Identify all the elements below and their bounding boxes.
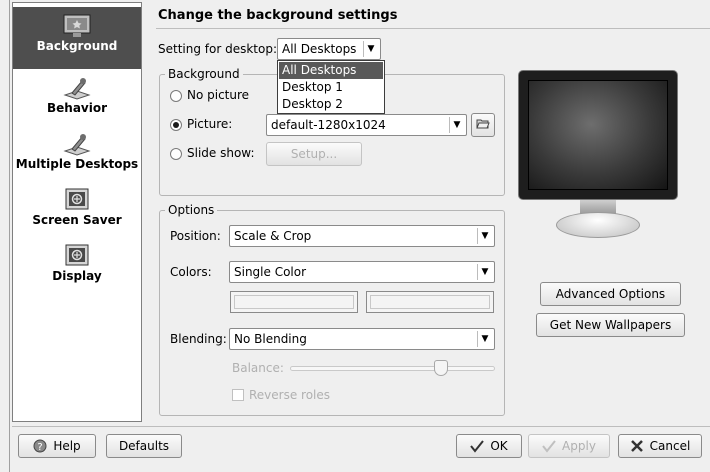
sidebar-item-label: Behavior — [46, 101, 108, 115]
primary-color-button[interactable] — [230, 291, 358, 313]
secondary-color-button[interactable] — [366, 291, 494, 313]
ok-label: OK — [490, 439, 508, 453]
slide-show-label[interactable]: Slide show: — [187, 146, 255, 160]
sidebar-item-label: Background — [36, 39, 118, 53]
reverse-roles-checkbox[interactable] — [232, 389, 244, 401]
slide-show-radio[interactable] — [170, 148, 182, 160]
title-divider — [156, 28, 710, 29]
balance-label: Balance: — [232, 361, 284, 375]
chevron-down-icon: ▼ — [477, 264, 492, 280]
sidebar-item-screen-saver[interactable]: Screen Saver — [13, 187, 141, 239]
browse-picture-button[interactable] — [471, 113, 495, 137]
svg-text:?: ? — [38, 442, 43, 453]
desktop-select[interactable]: All Desktops ▼ — [277, 38, 381, 60]
multiple-desktops-icon — [62, 131, 92, 157]
sidebar-item-display[interactable]: Display — [13, 243, 141, 295]
help-button[interactable]: ? Help — [18, 434, 96, 458]
help-icon: ? — [33, 438, 47, 453]
position-select-value: Scale & Crop — [234, 229, 312, 243]
apply-button[interactable]: Apply — [528, 434, 610, 458]
picture-label[interactable]: Picture: — [187, 117, 232, 131]
cancel-label: Cancel — [649, 439, 691, 453]
picture-select[interactable]: default-1280x1024 ▼ — [266, 114, 467, 136]
ok-button[interactable]: OK — [456, 434, 522, 458]
bottom-divider — [12, 426, 710, 427]
close-icon — [630, 438, 644, 452]
dropdown-option[interactable]: All Desktops — [279, 62, 383, 79]
blending-label: Blending: — [170, 332, 227, 346]
sidebar-item-label: Display — [52, 269, 102, 283]
defaults-button[interactable]: Defaults — [106, 434, 182, 458]
page-title: Change the background settings — [158, 8, 398, 23]
balance-slider-track[interactable] — [290, 366, 495, 371]
desktop-dropdown-list: All Desktops Desktop 1 Desktop 2 — [277, 60, 385, 114]
sidebar-item-behavior[interactable]: Behavior — [13, 75, 141, 127]
sidebar-item-label: Screen Saver — [32, 213, 122, 227]
desktop-select-value: All Desktops — [282, 42, 357, 56]
dropdown-option[interactable]: Desktop 2 — [279, 96, 383, 113]
chevron-down-icon: ▼ — [477, 331, 492, 347]
sidebar-item-background[interactable]: Background — [13, 7, 141, 69]
blending-select[interactable]: No Blending ▼ — [229, 328, 495, 350]
apply-label: Apply — [562, 439, 596, 453]
dropdown-option[interactable]: Desktop 1 — [279, 79, 383, 96]
behavior-icon — [62, 75, 92, 101]
reverse-roles-label: Reverse roles — [249, 388, 331, 402]
colors-label: Colors: — [170, 265, 212, 279]
background-icon — [62, 13, 92, 39]
options-group-title: Options — [165, 203, 218, 217]
colors-select[interactable]: Single Color ▼ — [229, 261, 495, 283]
colors-select-value: Single Color — [234, 265, 307, 279]
picture-radio[interactable] — [170, 119, 182, 131]
advanced-options-button[interactable]: Advanced Options — [540, 282, 681, 306]
cancel-button[interactable]: Cancel — [618, 434, 702, 458]
wallpaper-preview — [528, 80, 668, 190]
no-picture-radio[interactable] — [170, 90, 182, 102]
blending-select-value: No Blending — [234, 332, 307, 346]
monitor-preview — [518, 70, 678, 200]
window-frame-left — [0, 0, 10, 472]
balance-slider-handle[interactable] — [434, 360, 448, 376]
monitor-stand — [556, 212, 640, 238]
sidebar-item-label: Multiple Desktops — [15, 157, 139, 171]
chevron-down-icon: ▼ — [449, 117, 464, 133]
no-picture-label[interactable]: No picture — [187, 88, 249, 102]
folder-open-icon — [476, 118, 490, 132]
chevron-down-icon: ▼ — [363, 41, 378, 57]
sidebar-item-multiple-desktops[interactable]: Multiple Desktops — [13, 131, 141, 181]
sidebar: Background Behavior Multiple Desktops Sc… — [12, 2, 142, 422]
background-group-title: Background — [165, 67, 243, 81]
screen-saver-icon — [62, 187, 92, 213]
desktop-setting-label: Setting for desktop: — [158, 42, 278, 56]
picture-select-value: default-1280x1024 — [271, 118, 386, 132]
get-new-wallpapers-button[interactable]: Get New Wallpapers — [536, 313, 685, 337]
position-label: Position: — [170, 229, 221, 243]
help-label: Help — [53, 439, 81, 453]
setup-button[interactable]: Setup... — [266, 142, 362, 166]
checkmark-icon — [542, 438, 556, 453]
display-icon — [62, 243, 92, 269]
chevron-down-icon: ▼ — [477, 228, 492, 244]
position-select[interactable]: Scale & Crop ▼ — [229, 225, 495, 247]
checkmark-icon — [470, 438, 485, 453]
